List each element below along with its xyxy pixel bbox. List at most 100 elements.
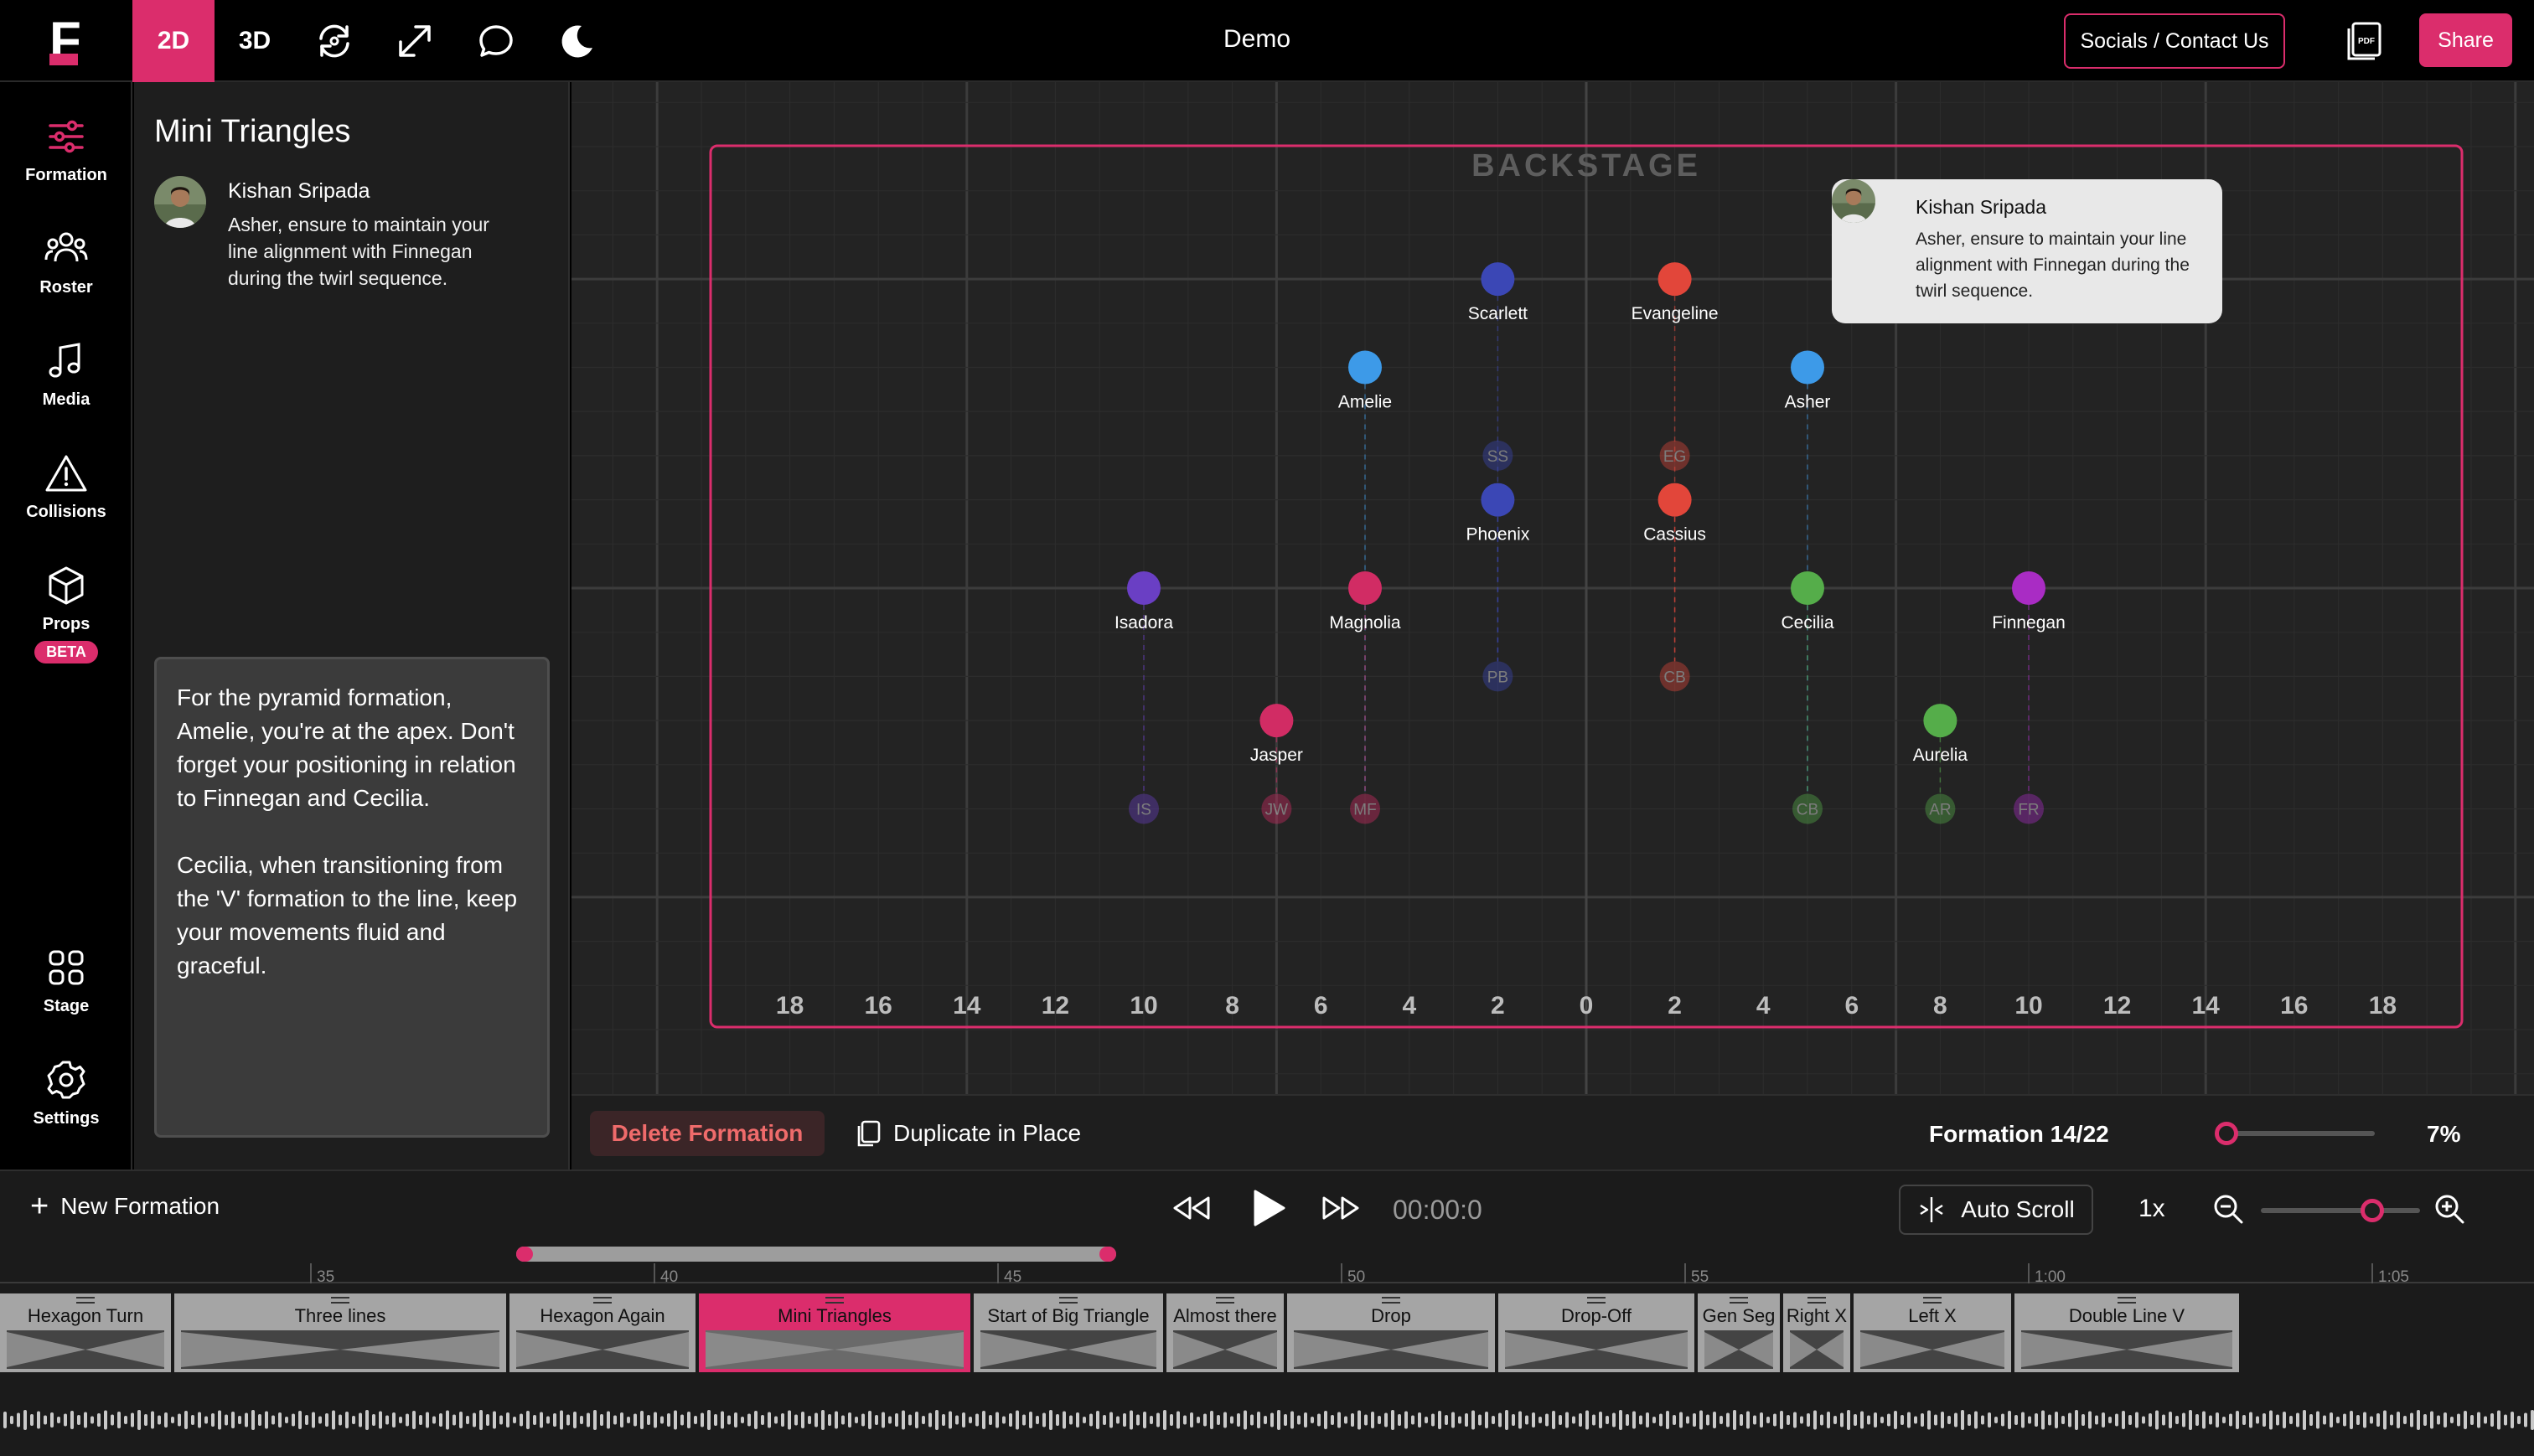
ghost-dancer[interactable]: MF <box>1350 793 1380 824</box>
expand-icon[interactable] <box>394 20 436 62</box>
dancer-marker[interactable]: Amelie <box>1338 350 1392 412</box>
segment-transition[interactable] <box>1294 1330 1488 1369</box>
stage-canvas[interactable]: BACKSTAGE 18 16 14 12 10 8 6 4 2 0 2 4 6 8 10 12 14 16 18 SS… <box>571 82 2534 1094</box>
socials-contact-button[interactable]: Socials / Contact Us <box>2064 13 2285 69</box>
ghost-dancer[interactable]: PB <box>1482 661 1513 692</box>
chat-icon[interactable] <box>475 20 517 62</box>
timeline-segment[interactable]: Three lines <box>174 1293 509 1372</box>
rewind-icon[interactable] <box>1171 1193 1212 1223</box>
segment-transition[interactable] <box>516 1330 689 1369</box>
ghost-dancer[interactable]: IS <box>1129 793 1159 824</box>
zoom-out-icon[interactable] <box>2212 1193 2244 1225</box>
dancer-dot[interactable] <box>1791 571 1824 605</box>
timeline-zoom-slider[interactable] <box>2261 1208 2420 1213</box>
drag-handle[interactable] <box>1216 1297 1234 1304</box>
dancer-dot[interactable] <box>1657 483 1692 517</box>
moon-icon[interactable] <box>556 20 598 62</box>
segment-transition[interactable] <box>7 1330 164 1369</box>
dancer-marker[interactable]: Jasper <box>1250 704 1303 765</box>
formation-notes[interactable]: For the pyramid formation, Amelie, you'r… <box>154 657 550 1138</box>
audio-waveform[interactable] <box>0 1407 2534 1433</box>
drag-handle[interactable] <box>2118 1297 2136 1304</box>
timeline-segment[interactable]: Right X <box>1783 1293 1854 1372</box>
segment-transition[interactable] <box>181 1330 499 1369</box>
drag-handle[interactable] <box>1382 1297 1400 1304</box>
fast-forward-icon[interactable] <box>1321 1193 1361 1223</box>
dancer-marker[interactable]: Cassius <box>1643 483 1706 545</box>
dancer-dot[interactable] <box>1657 262 1692 297</box>
rail-item-props[interactable]: Props BETA <box>0 565 132 663</box>
drag-handle[interactable] <box>1807 1297 1826 1304</box>
pdf-icon[interactable]: PDF <box>2345 20 2385 62</box>
dancer-marker[interactable]: Finnegan <box>1992 571 2066 632</box>
duplicate-in-place-button[interactable]: Duplicate in Place <box>855 1111 1081 1156</box>
dancer-marker[interactable]: Isadora <box>1114 571 1173 632</box>
ghost-dancer[interactable]: EG <box>1659 440 1690 471</box>
ghost-dancer[interactable]: AR <box>1925 793 1956 824</box>
segment-transition[interactable] <box>1790 1330 1844 1369</box>
scrollbar-handle-right[interactable] <box>1099 1247 1116 1262</box>
segment-transition[interactable] <box>1505 1330 1688 1369</box>
comment-bubble[interactable]: Kishan Sripada Asher, ensure to maintain… <box>1832 179 2222 323</box>
drag-handle[interactable] <box>1730 1297 1748 1304</box>
timeline-segment[interactable]: Mini Triangles <box>699 1293 974 1372</box>
play-icon[interactable] <box>1249 1188 1287 1228</box>
dancer-dot[interactable] <box>1791 350 1824 385</box>
rail-item-media[interactable]: Media <box>0 340 132 410</box>
timeline-segment[interactable]: Gen Seg <box>1698 1293 1783 1372</box>
segment-transition[interactable] <box>1860 1330 2004 1369</box>
timeline-segment[interactable]: Hexagon Turn <box>0 1293 174 1372</box>
timeline-scrollbar[interactable] <box>516 1247 1116 1262</box>
new-formation-button[interactable]: + New Formation <box>30 1190 220 1222</box>
dancer-marker[interactable]: Magnolia <box>1329 571 1401 632</box>
segment-transition[interactable] <box>1704 1330 1773 1369</box>
dancer-dot[interactable] <box>1348 350 1382 385</box>
dancer-marker[interactable]: Aurelia <box>1913 704 1968 765</box>
drag-handle[interactable] <box>825 1297 844 1304</box>
dancer-dot[interactable] <box>1259 704 1294 738</box>
timeline-zoom-knob[interactable] <box>2361 1199 2384 1222</box>
timeline-segment[interactable]: Drop <box>1287 1293 1498 1372</box>
ghost-dancer[interactable]: CB <box>1659 661 1690 692</box>
timeline-segment[interactable]: Start of Big Triangle <box>974 1293 1166 1372</box>
formation-progress-knob[interactable] <box>2215 1122 2239 1145</box>
drag-handle[interactable] <box>331 1297 349 1304</box>
dancer-marker[interactable]: Evangeline <box>1632 262 1719 323</box>
timeline-segment[interactable]: Almost there <box>1166 1293 1287 1372</box>
drag-handle[interactable] <box>1059 1297 1078 1304</box>
timeline-segment[interactable]: Drop-Off <box>1498 1293 1698 1372</box>
dancer-marker[interactable]: Phoenix <box>1466 483 1530 545</box>
timeline-segment[interactable]: Double Line V <box>2014 1293 2242 1372</box>
dancer-dot[interactable] <box>1348 571 1382 605</box>
dancer-dot[interactable] <box>2012 571 2045 605</box>
ghost-dancer[interactable]: SS <box>1482 440 1513 471</box>
zoom-in-icon[interactable] <box>2433 1193 2465 1225</box>
rail-item-roster[interactable]: Roster <box>0 228 132 297</box>
rail-item-formation[interactable]: Formation <box>0 116 132 185</box>
timeline-segment[interactable]: Hexagon Again <box>509 1293 699 1372</box>
drag-handle[interactable] <box>593 1297 612 1304</box>
playback-speed[interactable]: 1x <box>2138 1195 2165 1223</box>
rail-item-stage[interactable]: Stage <box>0 947 132 1016</box>
dancer-marker[interactable]: Scarlett <box>1468 262 1528 323</box>
scrollbar-handle-left[interactable] <box>516 1247 533 1262</box>
segment-transition[interactable] <box>2021 1330 2232 1369</box>
rotate-icon[interactable] <box>313 20 355 62</box>
drag-handle[interactable] <box>76 1297 95 1304</box>
segment-transition[interactable] <box>1173 1330 1277 1369</box>
ghost-dancer[interactable]: FR <box>2014 793 2044 824</box>
dancer-dot[interactable] <box>1481 262 1515 297</box>
app-logo[interactable]: F <box>0 0 132 82</box>
view-2d-button[interactable]: 2D <box>132 0 215 82</box>
segment-transition[interactable] <box>980 1330 1156 1369</box>
segment-transition[interactable] <box>706 1330 964 1369</box>
share-button[interactable]: Share <box>2419 13 2512 67</box>
delete-formation-button[interactable]: Delete Formation <box>590 1111 825 1156</box>
dancer-marker[interactable]: Asher <box>1785 350 1831 412</box>
formation-progress-slider[interactable] <box>2216 1131 2375 1136</box>
rail-item-collisions[interactable]: Collisions <box>0 452 132 522</box>
formation-name[interactable]: Mini Triangles <box>154 114 350 150</box>
ghost-dancer[interactable]: CB <box>1792 793 1823 824</box>
timeline-segment[interactable]: Left X <box>1854 1293 2014 1372</box>
dancer-dot[interactable] <box>1923 704 1957 738</box>
